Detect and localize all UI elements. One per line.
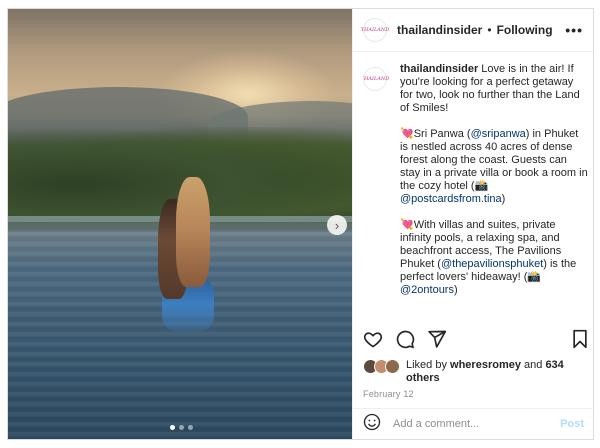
caption-text-segment: Sri Panwa ( [413,128,471,140]
thailand-logo-icon: THAILAND [360,26,390,33]
carousel-dot [179,425,184,430]
following-button[interactable]: Following [497,23,553,37]
likes-text: Liked by wheresromey and 634 others [406,359,589,385]
mention-link[interactable]: @postcardsfrom.tina [400,193,502,205]
chevron-right-icon[interactable]: › [327,215,347,235]
carousel-dot [188,425,193,430]
post-date[interactable]: February 12 [363,389,414,399]
liker-avatars [363,359,400,374]
likes-summary: Liked by wheresromey and 634 others [363,359,589,385]
more-options-icon[interactable]: ••• [565,22,583,38]
comment-input[interactable] [391,417,545,431]
heart-icon[interactable] [363,329,383,349]
bookmark-icon[interactable] [571,329,589,349]
caption-paragraph: 💘Sri Panwa (@sripanwa) in Phuket is nest… [400,128,589,206]
comment-bar: Post [353,408,594,439]
couple-in-pool [158,177,220,332]
likes-middle: and [520,359,546,371]
caption: THAILAND thailandinsider Love is in the … [363,63,589,315]
heart-arrow-emoji: 💘 [400,128,414,140]
heart-arrow-emoji: 💘 [400,219,414,231]
share-icon[interactable] [427,329,447,349]
avatar[interactable] [385,359,400,374]
avatar[interactable]: THAILAND [360,18,390,42]
comment-icon[interactable] [395,329,415,349]
thailand-logo-icon: THAILAND [363,75,390,82]
mention-link[interactable]: @thepavilionsphuket [441,258,543,270]
post-comment-button[interactable]: Post [560,418,584,430]
caption-paragraph: 💘With villas and suites, private infinit… [400,219,589,297]
liker-username-link[interactable]: wheresromey [450,359,521,371]
carousel-dot-active [170,425,175,430]
mention-link[interactable]: @2ontours [400,284,454,296]
separator: • [487,23,492,37]
post-header: THAILAND thailandinsider • Following ••• [353,9,593,52]
instagram-post: › THAILAND thailandinsider • Following •… [7,8,594,440]
action-bar [363,327,589,351]
smiley-icon[interactable] [363,413,381,436]
carousel-indicator [170,425,193,430]
caption-text-segment: ) [501,193,506,205]
mention-link[interactable]: @sripanwa [471,128,526,140]
post-photo[interactable]: › [8,9,352,439]
likes-prefix: Liked by [406,359,451,371]
avatar[interactable]: THAILAND [363,67,390,91]
caption-username-link[interactable]: thailandinsider [400,63,478,75]
post-sidebar: THAILAND thailandinsider • Following •••… [352,9,594,439]
caption-text-segment: ) [453,284,458,296]
caption-text: thailandinsider Love is in the air! If y… [400,63,589,310]
caption-paragraph: thailandinsider Love is in the air! If y… [400,63,589,115]
username-link[interactable]: thailandinsider [397,23,482,37]
person [176,177,210,287]
